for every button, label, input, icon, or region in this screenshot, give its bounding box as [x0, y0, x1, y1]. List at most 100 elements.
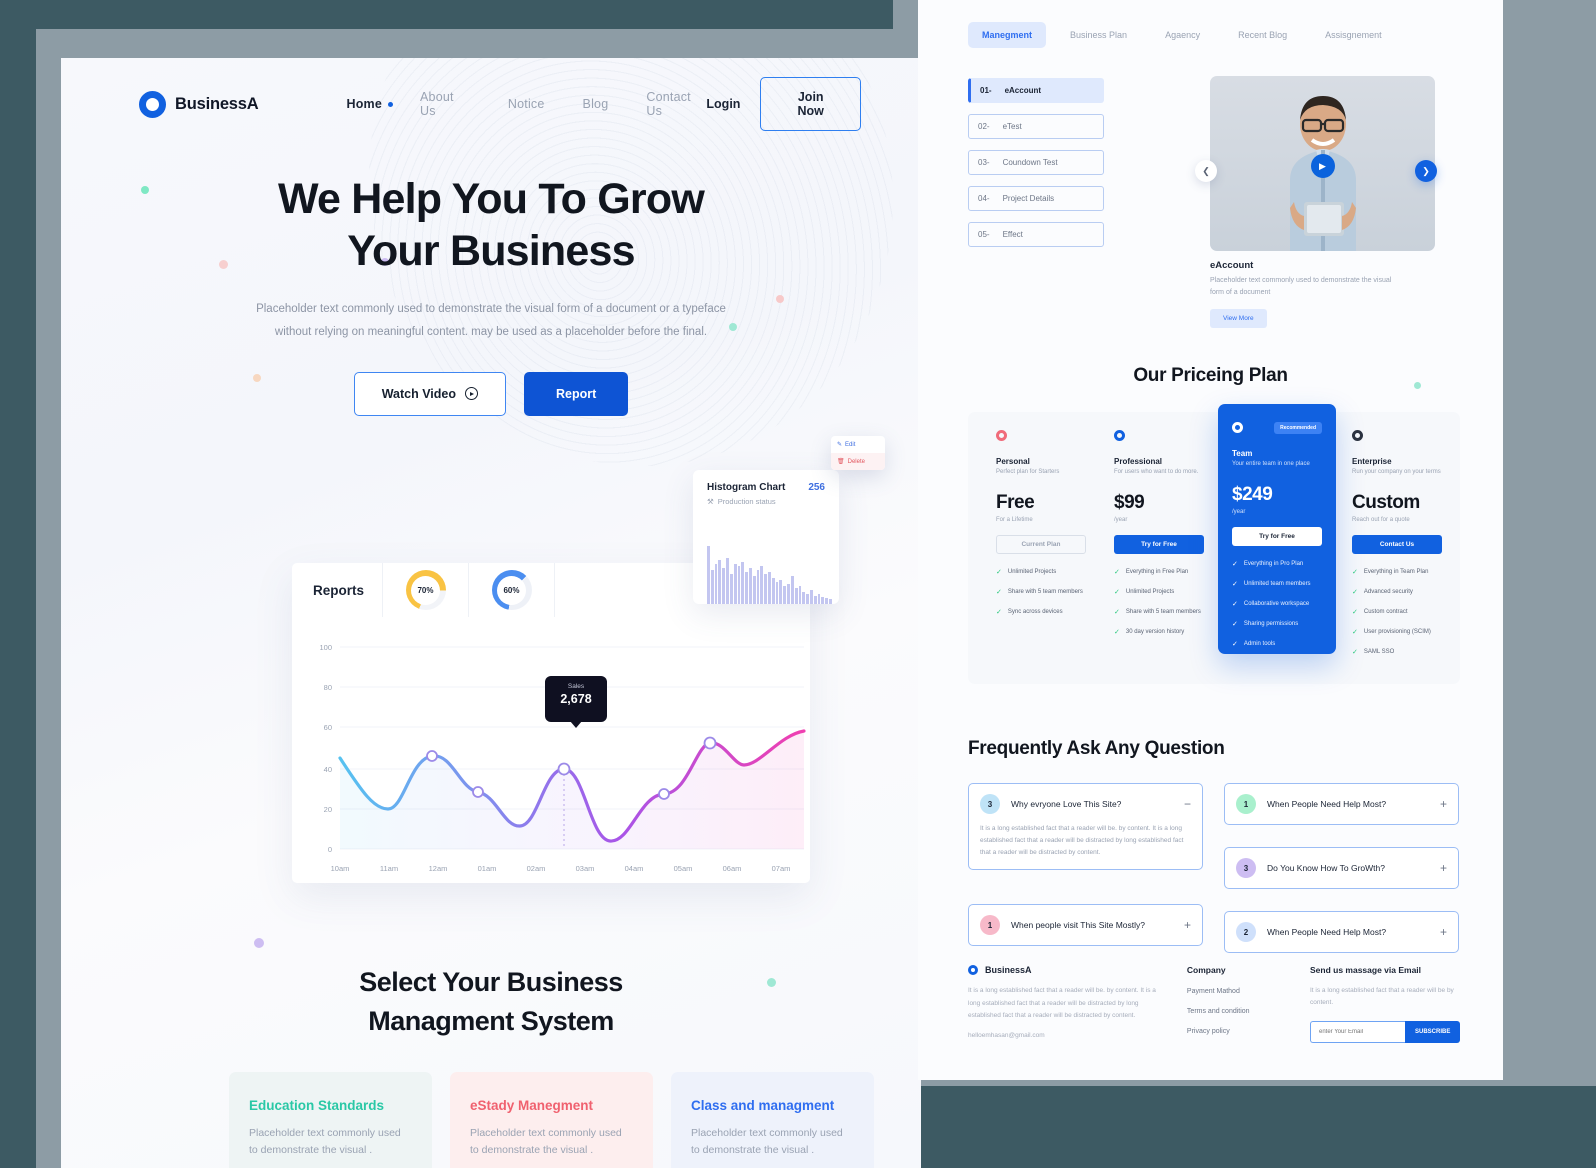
plan-period: /year [1232, 509, 1246, 515]
footer-link-terms[interactable]: Terms and condition [1187, 1008, 1310, 1015]
histogram-title: Histogram Chart [707, 482, 786, 493]
histogram-header: Histogram Chart 256 [707, 482, 825, 493]
business-card-title: Class and managment [691, 1098, 835, 1113]
faq-toggle-icon[interactable]: + [1184, 919, 1191, 931]
accordion-item-coundown-test[interactable]: 03- Coundown Test [968, 150, 1104, 175]
histogram-bar [760, 566, 764, 604]
plan-period: For a Lifetime [996, 517, 1033, 523]
faq-toggle-icon[interactable]: + [1440, 798, 1447, 810]
check-icon: ✓ [1232, 601, 1238, 608]
nav-item-about[interactable]: About Us [420, 90, 470, 118]
faq-question: When People Need Help Most? [1267, 799, 1387, 809]
plan-ring-icon [1352, 430, 1363, 441]
watch-video-button[interactable]: Watch Video [353, 371, 507, 416]
faq-toggle-icon[interactable]: − [1184, 798, 1191, 810]
plan-name: Personal [996, 457, 1030, 466]
plan-feature: ✓ Share with 5 team members [996, 588, 1086, 596]
accordion-num: 01- [980, 86, 992, 95]
login-link[interactable]: Login [706, 97, 740, 111]
business-card-title: Education Standards [249, 1098, 385, 1113]
faq-row: 3 Do You Know How To GroWth? + [1236, 858, 1447, 878]
reports-title: Reports [313, 582, 365, 598]
accordion-item-etest[interactable]: 02- eTest [968, 114, 1104, 139]
x-tick-10am: 10am [330, 864, 350, 873]
plan-feature-label: Everything in Team Plan [1363, 569, 1429, 575]
check-icon: ✓ [1232, 561, 1238, 568]
footer-email[interactable]: helloemhasan@gmail.com [968, 1032, 1165, 1039]
histogram-bar [787, 584, 790, 604]
line-chart-svg [338, 646, 806, 850]
plan-name: Team [1232, 449, 1253, 458]
carousel-next-button[interactable]: ❯ [1415, 160, 1437, 182]
nav-item-home[interactable]: Home [346, 97, 393, 111]
plan-feature: ✓ Advanced security [1352, 588, 1442, 596]
histogram-bar [733, 564, 737, 604]
plan-feature-label: Share with 5 team members [1007, 589, 1083, 595]
accordion-item-effect[interactable]: 05- Effect [968, 222, 1104, 247]
faq-toggle-icon[interactable]: + [1440, 926, 1447, 938]
faq-toggle-icon[interactable]: + [1440, 862, 1447, 874]
nav-item-contact[interactable]: Contact Us [646, 90, 706, 118]
faq-item[interactable]: 2 When People Need Help Most? + [1224, 911, 1459, 953]
faq-item[interactable]: 3 Do You Know How To GroWth? + [1224, 847, 1459, 889]
play-badge-icon[interactable]: ▶ [1310, 154, 1335, 178]
y-tick-40: 40 [323, 765, 332, 774]
plan-feature-label: SAML SSO [1363, 649, 1395, 655]
tooltip-value: 2,678 [560, 692, 592, 706]
faq-item-open[interactable]: 3 Why evryone Love This Site? − It is a … [968, 783, 1203, 871]
y-tick-100: 100 [319, 643, 332, 652]
chart-tooltip: Sales 2,678 [545, 676, 607, 722]
check-icon: ✓ [1232, 641, 1238, 648]
footer-link-payment[interactable]: Payment Mathod [1187, 988, 1310, 995]
faq-question: When people visit This Site Mostly? [1011, 920, 1146, 931]
histogram-bar [764, 574, 767, 604]
business-card-text: Placeholder text commonly used to demons… [249, 1127, 401, 1157]
footer-brand[interactable]: BusinessA [968, 965, 1165, 975]
view-more-button[interactable]: View More [1210, 308, 1267, 328]
play-circle-icon [465, 387, 479, 401]
y-tick-20: 20 [323, 805, 332, 814]
faq-question: Why evryone Love This Site? [1011, 799, 1122, 809]
carousel-prev-button[interactable]: ❮ [1195, 160, 1217, 182]
hero-buttons: Watch Video Report [61, 371, 921, 416]
main-navbar: BusinessA Home About Us Notice Blog Cont… [61, 58, 921, 150]
plan-cta-button[interactable]: Try for Free [1114, 535, 1204, 554]
tab-agaency[interactable]: Agaency [1151, 22, 1214, 48]
tab-recent-blog[interactable]: Recent Blog [1224, 22, 1301, 48]
context-menu-edit[interactable]: ✎ Edit [831, 436, 885, 453]
tab-business-plan[interactable]: Business Plan [1056, 22, 1141, 48]
histogram-bar [809, 590, 813, 604]
report-button[interactable]: Report [524, 371, 629, 416]
faq-item[interactable]: 1 When people visit This Site Mostly? + [968, 904, 1203, 947]
subscribe-button[interactable]: SUBSCRIBE [1405, 1020, 1461, 1043]
plan-team: Recommended Team Your entire team in one… [1218, 404, 1336, 654]
footer-newsletter-column: Send us massage via Email It is a long e… [1310, 965, 1461, 1043]
histogram-bar [729, 574, 733, 604]
context-menu-delete[interactable]: 🗑 Delete [831, 453, 885, 470]
accordion-label: eAccount [1004, 86, 1042, 95]
faq-item[interactable]: 1 When People Need Help Most? + [1224, 783, 1459, 825]
email-input[interactable] [1310, 1020, 1405, 1043]
nav-item-notice[interactable]: Notice [508, 97, 545, 111]
join-now-button[interactable]: Join Now [760, 77, 861, 131]
line-chart: 100 80 60 40 20 0 10am 11am 12am 01am 02… [292, 617, 810, 883]
plan-cta-button[interactable]: Current Plan [996, 535, 1086, 554]
media-text: Placeholder text commonly used to demons… [1210, 277, 1392, 296]
brand-logo[interactable]: BusinessA [139, 90, 259, 118]
accordion-item-project-details[interactable]: 04- Project Details [968, 186, 1104, 211]
right-tabs: Manegment Business Plan Agaency Recent B… [918, 0, 1503, 48]
histogram-bar [779, 580, 783, 604]
footer-link-privacy[interactable]: Privacy policy [1187, 1028, 1310, 1035]
business-card-class[interactable]: Class and managment Placeholder text com… [671, 1072, 874, 1168]
histogram-count: 256 [808, 482, 825, 493]
business-card-estady[interactable]: eStady Manegment Placeholder text common… [450, 1072, 653, 1168]
tab-manegment[interactable]: Manegment [968, 22, 1047, 48]
plan-cta-button[interactable]: Contact Us [1352, 535, 1442, 554]
business-card-education[interactable]: Education Standards Placeholder text com… [229, 1072, 432, 1168]
nav-item-blog[interactable]: Blog [583, 97, 609, 111]
tab-assisgnement[interactable]: Assisgnement [1311, 22, 1396, 48]
plan-cta-button[interactable]: Try for Free [1232, 527, 1322, 546]
context-menu-delete-label: Delete [847, 458, 865, 465]
business-cards-row: Education Standards Placeholder text com… [229, 1072, 875, 1168]
accordion-item-eaccount[interactable]: 01- eAccount [968, 78, 1104, 103]
